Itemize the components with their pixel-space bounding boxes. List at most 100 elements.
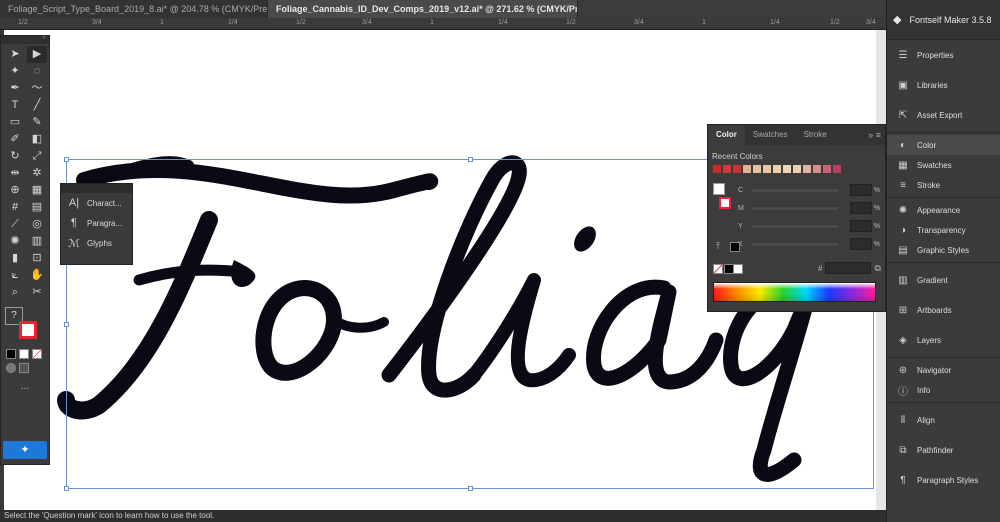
recent-color-swatch[interactable] [832,164,842,174]
resize-handle[interactable] [468,486,473,491]
panel-swatches[interactable]: ▦ Swatches [887,155,1000,175]
type-tool-icon[interactable]: T [5,97,25,114]
panel-stroke[interactable]: ≡ Stroke [887,175,1000,195]
resize-handle[interactable] [64,322,69,327]
stroke-swatch-icon[interactable] [719,197,731,209]
recent-color-swatch[interactable] [732,164,742,174]
scale-tool-icon[interactable]: ⤢ [27,148,47,165]
black-value-field[interactable] [850,238,872,250]
black-swatch[interactable] [730,242,740,252]
cyan-slider[interactable] [752,188,838,192]
black-slider[interactable] [752,242,838,246]
line-tool-icon[interactable]: ╱ [27,97,47,114]
selection-tool-icon[interactable]: ➤ [5,46,25,63]
panel-libraries[interactable]: ▣ Libraries [887,70,1000,100]
paintbrush-tool-icon[interactable]: ✎ [27,114,47,131]
gradient-tool-icon[interactable]: ▤ [27,199,47,216]
web-safe-icon[interactable]: ⧉ [874,263,880,274]
fill-swatch-icon[interactable] [713,183,725,195]
resize-handle[interactable] [468,157,473,162]
gradient-mode-icon[interactable] [19,349,29,359]
recent-color-swatch[interactable] [802,164,812,174]
graph-tool-icon[interactable]: ▥ [27,233,47,250]
panel-layers[interactable]: ◈ Layers [887,325,1000,355]
out-of-gamut-icon[interactable]: ⤒ [716,241,720,252]
rectangle-tool-icon[interactable]: ▭ [5,114,25,131]
edit-toolbar-button[interactable]: ... [1,381,49,392]
color-spectrum-bar[interactable] [713,282,876,302]
fill-stroke-swatches[interactable]: ? [5,307,49,347]
type-panels-dock-header[interactable] [61,184,132,193]
paragraph-panel-button[interactable]: ¶ Paragra... [61,213,132,233]
recent-color-swatch[interactable] [812,164,822,174]
color-mode-icon[interactable] [6,349,16,359]
direct-selection-tool-icon[interactable]: ▶ [27,46,47,63]
cyan-value-field[interactable] [850,184,872,196]
draw-behind-icon[interactable] [19,363,29,373]
recent-color-swatch[interactable] [822,164,832,174]
none-mode-icon[interactable] [32,349,42,359]
panel-artboards[interactable]: ⊞ Artboards [887,295,1000,325]
stroke-swatch[interactable] [19,321,37,339]
panel-pathfinder[interactable]: ⧉ Pathfinder [887,435,1000,465]
document-tab-cannabis-id[interactable]: Foliage_Cannabis_ID_Dev_Comps_2019_v12.a… [268,0,578,18]
panel-asset-export[interactable]: ⇱ Asset Export [887,100,1000,130]
recent-color-swatch[interactable] [712,164,722,174]
pen-tool-icon[interactable]: ✒ [5,80,25,97]
panel-info[interactable]: ⓘ Info [887,380,1000,400]
white-quick-swatch[interactable] [733,264,743,274]
artboard-tool-icon[interactable]: ⊡ [27,250,47,267]
recent-color-swatch[interactable] [722,164,732,174]
width-tool-icon[interactable]: ⇹ [5,165,25,182]
recent-color-swatch[interactable] [762,164,772,174]
magenta-slider[interactable] [752,206,838,210]
eyedropper-tool-icon[interactable]: ⟋ [5,216,25,233]
yellow-slider-row[interactable]: Y % [738,219,882,233]
puppet-warp-tool-icon[interactable]: ✲ [27,165,47,182]
none-swatch[interactable] [713,264,723,274]
recent-color-swatch[interactable] [792,164,802,174]
eraser-tool-icon[interactable]: ◧ [27,131,47,148]
scissors-tool-icon[interactable]: ✂ [27,284,47,301]
blend-tool-icon[interactable]: ◎ [27,216,47,233]
rotate-tool-icon[interactable]: ↻ [5,148,25,165]
resize-handle[interactable] [64,486,69,491]
perspective-grid-tool-icon[interactable]: ▦ [27,182,47,199]
panel-appearance[interactable]: ✺ Appearance [887,200,1000,220]
magic-wand-tool-icon[interactable]: ✦ [5,63,25,80]
tab-swatches[interactable]: Swatches [745,125,796,145]
panel-menu-icon[interactable]: » ≡ [868,125,885,145]
collapse-arrows-icon[interactable]: « [42,34,46,41]
fontself-extension-button[interactable]: ✦ [3,441,47,459]
panel-align[interactable]: ⫴ Align [887,405,1000,435]
character-panel-button[interactable]: A| Charact... [61,193,132,213]
document-tab-type-board[interactable]: Foliage_Script_Type_Board_2019_8.ai* @ 2… [0,0,268,18]
panel-navigator[interactable]: ⊛ Navigator [887,360,1000,380]
recent-color-swatch[interactable] [782,164,792,174]
recent-color-swatch[interactable] [752,164,762,174]
shaper-tool-icon[interactable]: ✐ [5,131,25,148]
hex-input[interactable] [825,262,872,274]
yellow-slider[interactable] [752,224,838,228]
horizontal-ruler[interactable]: 1/2 3/4 1 1/4 1/2 3/4 1 1/4 1/2 3/4 1 1/… [0,18,886,30]
recent-color-swatch[interactable] [742,164,752,174]
tools-panel-grip[interactable]: « [1,34,49,44]
symbol-sprayer-tool-icon[interactable]: ✺ [5,233,25,250]
draw-normal-icon[interactable] [6,363,16,373]
zoom-tool-icon[interactable]: ⌕ [5,284,25,301]
magenta-value-field[interactable] [850,202,872,214]
resize-handle[interactable] [64,157,69,162]
panel-graphic-styles[interactable]: ▤ Graphic Styles [887,240,1000,260]
panel-gradient[interactable]: ▥ Gradient [887,265,1000,295]
tab-color[interactable]: Color [708,125,745,145]
yellow-value-field[interactable] [850,220,872,232]
lasso-tool-icon[interactable]: ◌ [27,63,47,80]
magenta-slider-row[interactable]: M % [738,201,882,215]
slice-tool-icon[interactable]: ⟀ [5,267,25,284]
panel-paragraph-styles[interactable]: ¶ Paragraph Styles [887,465,1000,495]
cyan-slider-row[interactable]: C % [738,183,882,197]
tab-stroke[interactable]: Stroke [796,125,835,145]
fontself-panel-header[interactable]: ◆ Fontself Maker 3.5.8 [887,0,1000,40]
mesh-tool-icon[interactable]: # [5,199,25,216]
shape-builder-tool-icon[interactable]: ⊕ [5,182,25,199]
